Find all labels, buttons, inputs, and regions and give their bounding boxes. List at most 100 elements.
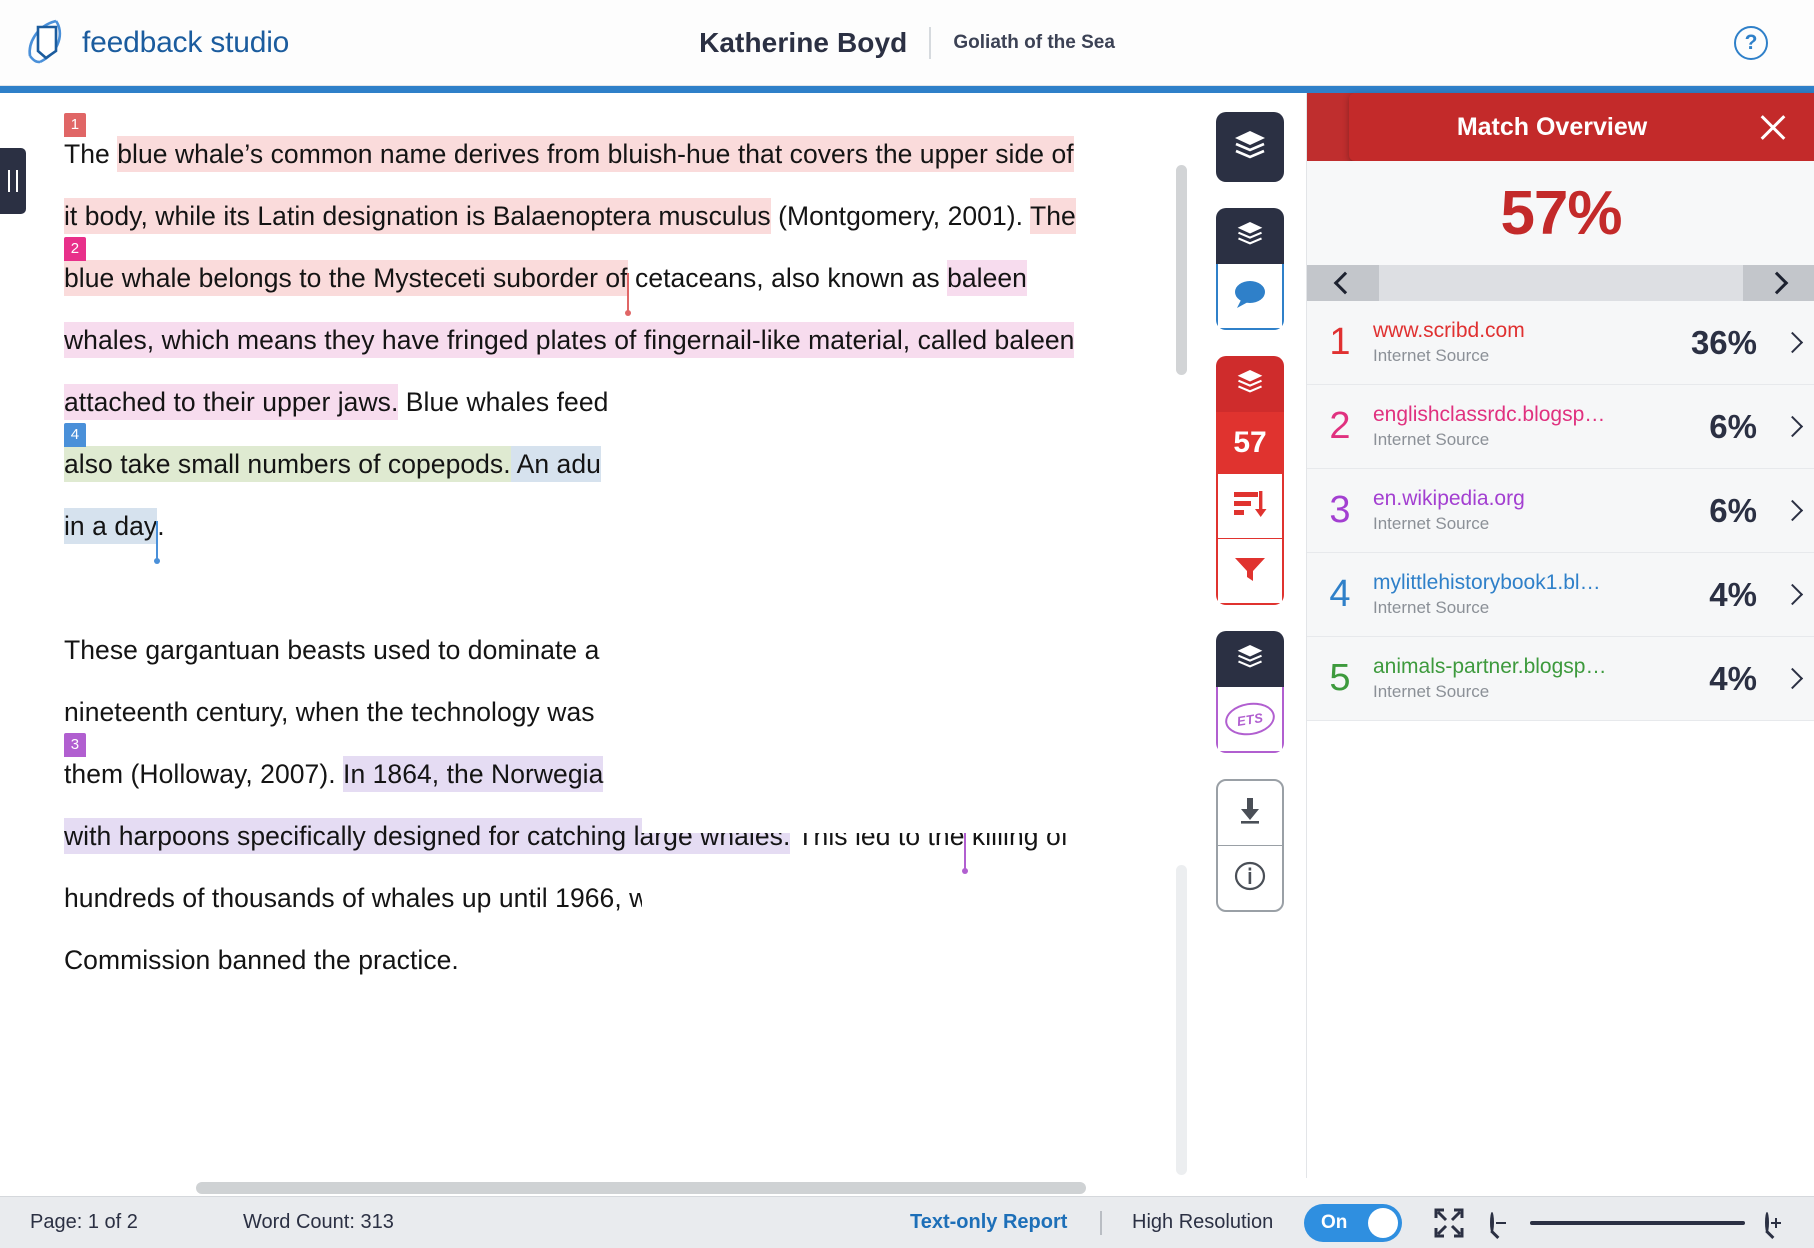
match-row[interactable]: 3 en.wikipedia.org Internet Source 6%: [1307, 469, 1814, 553]
match-percent: 4%: [1709, 575, 1757, 613]
feedback-layers-header[interactable]: [1216, 208, 1284, 264]
match-highlight[interactable]: attached to their upper jaws.: [64, 384, 399, 420]
match-highlight[interactable]: An adu: [510, 446, 601, 482]
chevron-right-icon[interactable]: [1773, 583, 1814, 606]
document-text-run: These gargantuan beasts used to dominate…: [64, 635, 600, 665]
chevron-right-icon[interactable]: [1743, 265, 1814, 301]
match-source-type: Internet Source: [1373, 429, 1490, 449]
header-divider: [929, 27, 932, 59]
match-row[interactable]: 2 englishclassrdc.blogsp… Internet Source 6…: [1307, 385, 1814, 469]
document-text-run: cetaceans, also known as: [627, 263, 948, 293]
scroll-thumb-lower[interactable]: [1176, 865, 1187, 1175]
match-percent: 6%: [1709, 491, 1757, 529]
feedback-layer[interactable]: [1218, 264, 1282, 328]
document-text-run: Commission banned the practice.: [64, 945, 459, 975]
match-highlight[interactable]: whales, which means they have fringed pl…: [64, 322, 607, 358]
match-highlight[interactable]: in a day: [64, 508, 158, 544]
match-highlight[interactable]: The: [1029, 198, 1076, 234]
match-highlight[interactable]: of fingernail-like material, called bale…: [606, 322, 1075, 358]
match-rank: 2: [1329, 405, 1351, 447]
similarity-group: 57: [1216, 356, 1284, 605]
match-rank: 5: [1329, 657, 1351, 699]
match-breakdown-button[interactable]: [1218, 474, 1282, 539]
expand-fullscreen-icon[interactable]: [1432, 1206, 1466, 1240]
match-source-url[interactable]: englishclassrdc.blogsp…: [1373, 402, 1701, 428]
scroll-thumb-horizontal[interactable]: [196, 1182, 1086, 1194]
match-highlight[interactable]: baleen: [947, 260, 1027, 296]
match-source-url[interactable]: mylittlehistorybook1.bl…: [1373, 570, 1701, 596]
document-line: also take small numbers of copepods. An …: [64, 423, 1104, 495]
document-text-run: them (Holloway, 2007).: [64, 759, 344, 789]
match-number-tag[interactable]: 3: [64, 733, 86, 757]
app-header: feedback studio Katherine Boyd Goliath o…: [0, 0, 1814, 86]
match-rank: 4: [1329, 573, 1351, 615]
high-resolution-label: High Resolution: [1132, 1211, 1274, 1233]
submission-info-button[interactable]: [1218, 846, 1282, 910]
ets-group: ETS: [1216, 631, 1284, 753]
document-text-run: (Montgomery, 2001).: [770, 201, 1030, 231]
grading-layers-toggle[interactable]: [1216, 112, 1284, 182]
panel-title: Match Overview: [1456, 112, 1648, 141]
similarity-score-button[interactable]: 57: [1216, 412, 1284, 474]
match-number-tag[interactable]: 2: [64, 237, 86, 261]
download-icon: [1234, 796, 1266, 831]
match-highlight[interactable]: blue whale belongs to the Mysteceti subo…: [64, 260, 628, 296]
chevron-right-icon[interactable]: [1773, 667, 1814, 690]
status-divider: [1100, 1210, 1102, 1235]
document-line: attached to their upper jaws. Blue whale…: [64, 371, 1104, 433]
zoom-out-icon[interactable]: [1490, 1211, 1506, 1233]
document-line: blue whale belongs to the Mysteceti subo…: [64, 237, 1104, 316]
match-source-url[interactable]: www.scribd.com: [1373, 318, 1683, 344]
match-list: 1 www.scribd.com Internet Source 36% 2 englis…: [1307, 301, 1814, 721]
feedback-layer-body: [1216, 264, 1284, 330]
chevron-right-icon[interactable]: [1773, 331, 1814, 354]
chevron-left-icon[interactable]: [1307, 265, 1379, 301]
chevron-right-icon[interactable]: [1773, 499, 1814, 522]
ets-layer-body: ETS: [1216, 687, 1284, 753]
similarity-layers-header[interactable]: [1216, 356, 1284, 412]
match-source-url[interactable]: en.wikipedia.org: [1373, 486, 1701, 512]
filters-and-settings-button[interactable]: [1218, 539, 1282, 603]
brand-logo[interactable]: feedback studio: [26, 18, 289, 68]
match-number-tag[interactable]: 1: [64, 113, 86, 137]
match-row[interactable]: 1 www.scribd.com Internet Source 36%: [1307, 301, 1814, 385]
match-highlight[interactable]: blue whale’s common name derives from bl…: [117, 136, 1074, 172]
match-percent: 36%: [1690, 323, 1757, 361]
pagination-spacer: [1379, 265, 1743, 301]
match-pagination: [1307, 265, 1814, 301]
match-highlight[interactable]: it body, while its Latin designation is …: [64, 198, 771, 234]
download-button[interactable]: [1218, 781, 1282, 846]
document-viewer[interactable]: The blue whale’s common name derives fro…: [26, 93, 1104, 1178]
match-number-tag[interactable]: 4: [64, 423, 86, 447]
match-source-url[interactable]: animals-partner.blogsp…: [1373, 654, 1701, 680]
zoom-slider[interactable]: [1530, 1220, 1745, 1225]
similarity-score: 57%: [1500, 178, 1622, 248]
high-resolution-toggle[interactable]: On: [1304, 1203, 1402, 1242]
scroll-thumb-upper[interactable]: [1176, 165, 1187, 375]
document-text-run: nineteenth century, when the technology …: [64, 697, 595, 727]
match-source: mylittlehistorybook1.bl… Internet Source: [1373, 570, 1709, 620]
match-overview-panel: Match Overview 57% 1 www.scribd.com Intern…: [1306, 93, 1814, 1178]
text-only-report-link[interactable]: Text-only Report: [910, 1211, 1067, 1234]
ets-layers-header[interactable]: [1216, 631, 1284, 687]
close-icon[interactable]: [1757, 111, 1789, 143]
zoom-in-icon[interactable]: [1765, 1211, 1781, 1233]
match-highlight[interactable]: In 1864, the Norwegia: [343, 756, 604, 792]
speech-bubble-icon: [1231, 278, 1269, 315]
match-row[interactable]: 5 animals-partner.blogsp… Internet Source 4…: [1307, 637, 1814, 721]
match-percent: 4%: [1709, 659, 1757, 697]
match-highlight[interactable]: also take small numbers of copepods.: [64, 446, 511, 482]
chevron-right-icon[interactable]: [1773, 415, 1814, 438]
sidebar-collapse-handle[interactable]: [0, 148, 26, 214]
ets-layer-button[interactable]: ETS: [1218, 687, 1282, 751]
drag-handle-icon: [8, 170, 18, 192]
brand-logo-text: feedback studio: [82, 26, 290, 59]
match-source: englishclassrdc.blogsp… Internet Source: [1373, 402, 1709, 452]
feedback-studio-logo-icon: [26, 18, 68, 68]
toggle-knob: [1368, 1207, 1398, 1238]
help-icon[interactable]: ?: [1734, 26, 1768, 60]
document-vertical-scrollbar[interactable]: [1176, 165, 1187, 1175]
match-row[interactable]: 4 mylittlehistorybook1.bl… Internet Source…: [1307, 553, 1814, 637]
document-text-run: Blue whales feed: [398, 387, 609, 417]
document-horizontal-scrollbar[interactable]: [196, 1182, 1086, 1194]
